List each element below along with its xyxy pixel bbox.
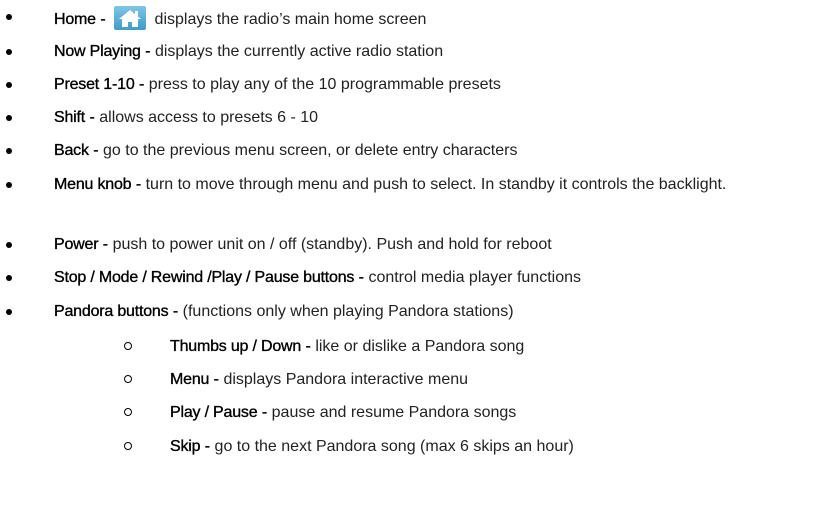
item-separator: - — [85, 109, 100, 126]
item-description: press to play any of the 10 programmable… — [148, 76, 501, 93]
bullet-icon — [6, 14, 12, 20]
sub-item-description: go to the next Pandora song (max 6 skips… — [214, 438, 574, 455]
item-term: Now Playing — [54, 43, 141, 60]
item-description: control media player functions — [368, 269, 581, 286]
home-icon — [114, 6, 147, 30]
item-term: Stop / Mode / Rewind /Play / Pause butto… — [54, 269, 355, 286]
item-description: displays the radio’s main home screen — [150, 11, 427, 28]
sub-item-separator: - — [301, 338, 316, 355]
item-description: push to power unit on / off (standby). P… — [112, 236, 552, 253]
item-description: go to the previous menu screen, or delet… — [103, 142, 518, 159]
sub-item-description: displays Pandora interactive menu — [223, 371, 469, 388]
item-term: Preset 1-10 — [54, 76, 135, 93]
item-separator: - — [134, 76, 149, 93]
sub-item-term: Menu — [170, 371, 210, 388]
sub-item-separator: - — [257, 404, 272, 421]
item-term: Power — [54, 236, 99, 253]
item-description: turn to move through menu and push to se… — [145, 176, 727, 193]
sub-item-term: Play / Pause — [170, 404, 258, 421]
document-page: Home - displays the radio’s main home sc… — [0, 0, 836, 511]
circle-bullet-icon — [124, 442, 132, 450]
item-description: allows access to presets 6 - 10 — [99, 109, 319, 126]
bullet-icon — [6, 148, 12, 154]
sub-item-separator: - — [200, 438, 215, 455]
item-term: Pandora buttons — [54, 303, 169, 320]
bullet-icon — [6, 82, 12, 88]
item-term: Back — [54, 142, 89, 159]
sub-item-description: pause and resume Pandora songs — [271, 404, 517, 421]
bullet-icon — [6, 275, 12, 281]
bullet-icon — [6, 309, 12, 315]
circle-bullet-icon — [124, 342, 132, 350]
item-separator: - — [131, 176, 146, 193]
circle-bullet-icon — [124, 408, 132, 416]
item-description: (functions only when playing Pandora sta… — [182, 303, 514, 320]
sub-item-description: like or dislike a Pandora song — [315, 338, 525, 355]
sub-item-term: Skip — [170, 438, 201, 455]
item-separator: - — [98, 236, 113, 253]
item-term: Home — [54, 11, 96, 28]
sub-item-term: Thumbs up / Down — [170, 338, 302, 355]
bullet-icon — [6, 182, 12, 188]
item-separator: - — [95, 11, 111, 28]
item-separator: - — [354, 269, 369, 286]
item-term: Shift — [54, 109, 86, 126]
bullet-icon — [6, 115, 12, 121]
item-separator: - — [140, 43, 155, 60]
sub-item-separator: - — [209, 371, 224, 388]
bullet-icon — [6, 242, 12, 248]
item-description: displays the currently active radio stat… — [154, 43, 444, 60]
item-term: Menu knob — [54, 176, 132, 193]
item-separator: - — [88, 142, 103, 159]
item-separator: - — [168, 303, 183, 320]
bullet-icon — [6, 49, 12, 55]
circle-bullet-icon — [124, 375, 132, 383]
